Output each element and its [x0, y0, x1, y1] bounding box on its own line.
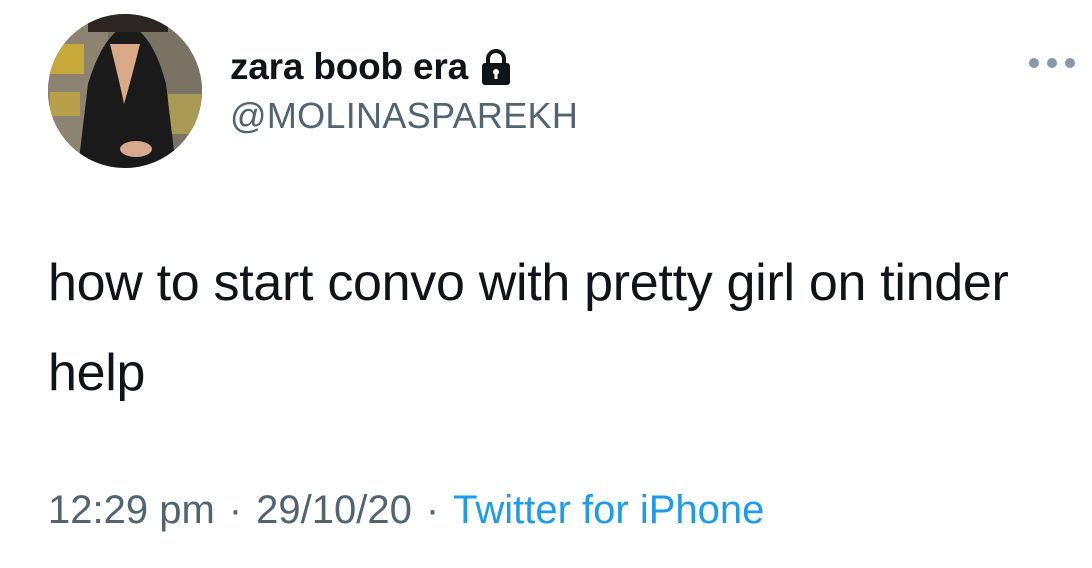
- avatar[interactable]: [48, 14, 202, 168]
- more-options-icon[interactable]: [1026, 52, 1078, 74]
- tweet-date[interactable]: 29/10/20: [256, 488, 412, 533]
- user-handle[interactable]: @MOLINASPAREKH: [230, 95, 578, 137]
- display-name[interactable]: zara boob era: [230, 46, 468, 88]
- tweet-meta: 12:29 pm · 29/10/20 · Twitter for iPhone: [48, 488, 764, 533]
- lock-icon: [480, 48, 512, 86]
- tweet-source-link[interactable]: Twitter for iPhone: [453, 488, 764, 533]
- meta-separator: ·: [228, 488, 243, 532]
- tweet-card: zara boob era @MOLINASPAREKH how to star…: [0, 0, 1092, 568]
- meta-separator: ·: [425, 488, 440, 532]
- tweet-time[interactable]: 12:29 pm: [48, 488, 215, 533]
- tweet-text: how to start convo with pretty girl on t…: [48, 254, 1009, 402]
- profile-photo-icon: [48, 14, 202, 168]
- name-row: zara boob era: [230, 42, 512, 92]
